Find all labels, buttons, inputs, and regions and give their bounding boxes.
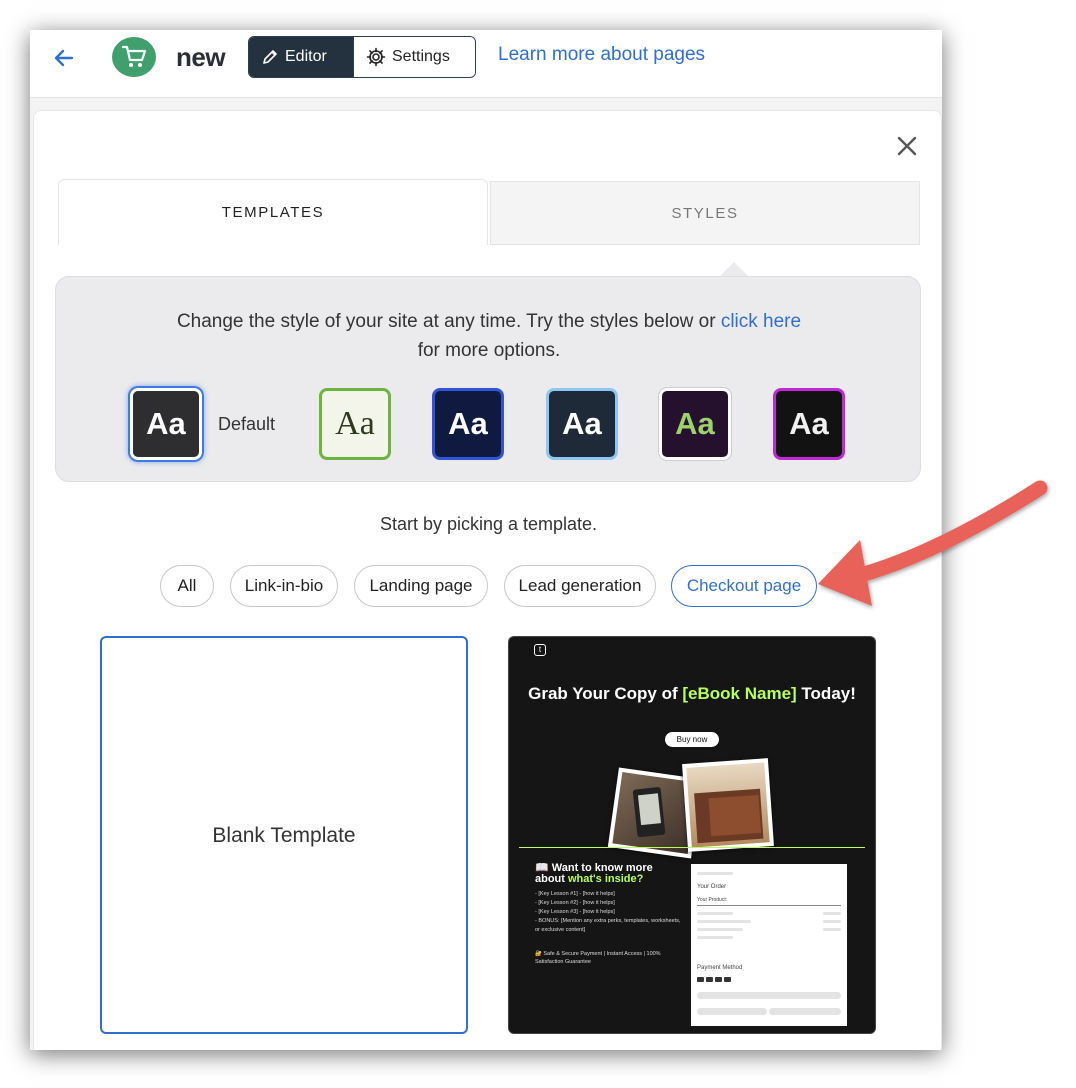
annotation-arrow-icon <box>818 480 1048 606</box>
